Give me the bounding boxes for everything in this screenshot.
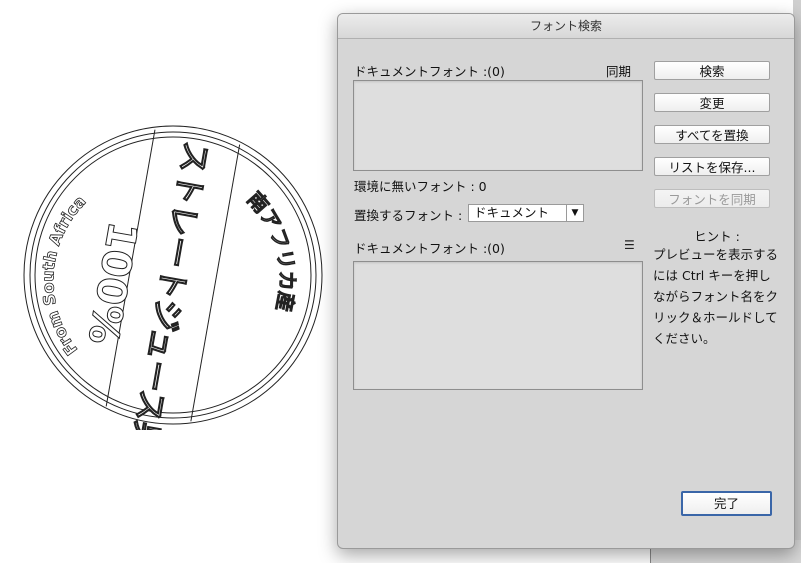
sync-label: 同期 bbox=[606, 64, 632, 79]
document-fonts-label: ドキュメントフォント :(0) bbox=[354, 64, 505, 79]
document-fonts-list-2[interactable] bbox=[353, 261, 643, 390]
document-fonts-list[interactable] bbox=[353, 80, 643, 171]
seal-center-percent: 100% bbox=[79, 218, 146, 348]
document-fonts-label-2: ドキュメントフォント :(0) bbox=[354, 241, 505, 256]
seal-artwork: From South Africa 南アフリカ産 100% ストレートジュース果… bbox=[23, 125, 323, 430]
missing-fonts-label: 環境に無いフォント : 0 bbox=[354, 179, 487, 194]
hint-body: プレビューを表示するには Ctrl キーを押しながらフォント名をクリック＆ホール… bbox=[653, 247, 779, 346]
sync-font-button[interactable]: フォントを同期 bbox=[654, 189, 770, 208]
search-button[interactable]: 検索 bbox=[654, 61, 770, 80]
replace-all-button[interactable]: すべてを置換 bbox=[654, 125, 770, 144]
font-find-dialog: フォント検索 ドキュメントフォント :(0) 同期 環境に無いフォント : 0 … bbox=[337, 13, 795, 549]
list-icon[interactable]: ☰ bbox=[624, 238, 635, 252]
done-button[interactable]: 完了 bbox=[681, 491, 772, 516]
hint-text: ヒント : プレビューを表示するには Ctrl キーを押しながらフォント名をクリ… bbox=[653, 230, 781, 349]
dialog-title: フォント検索 bbox=[338, 14, 794, 39]
replace-font-label: 置換するフォント : bbox=[354, 208, 463, 223]
change-button[interactable]: 変更 bbox=[654, 93, 770, 112]
hint-title: ヒント : bbox=[694, 229, 740, 244]
save-list-button[interactable]: リストを保存... bbox=[654, 157, 770, 176]
seal-right-text: 南アフリカ産 bbox=[242, 187, 299, 314]
replace-font-value: ドキュメント bbox=[474, 205, 550, 220]
chevron-down-icon[interactable]: ▼ bbox=[566, 205, 583, 221]
replace-font-select[interactable]: ドキュメント ▼ bbox=[468, 204, 584, 222]
